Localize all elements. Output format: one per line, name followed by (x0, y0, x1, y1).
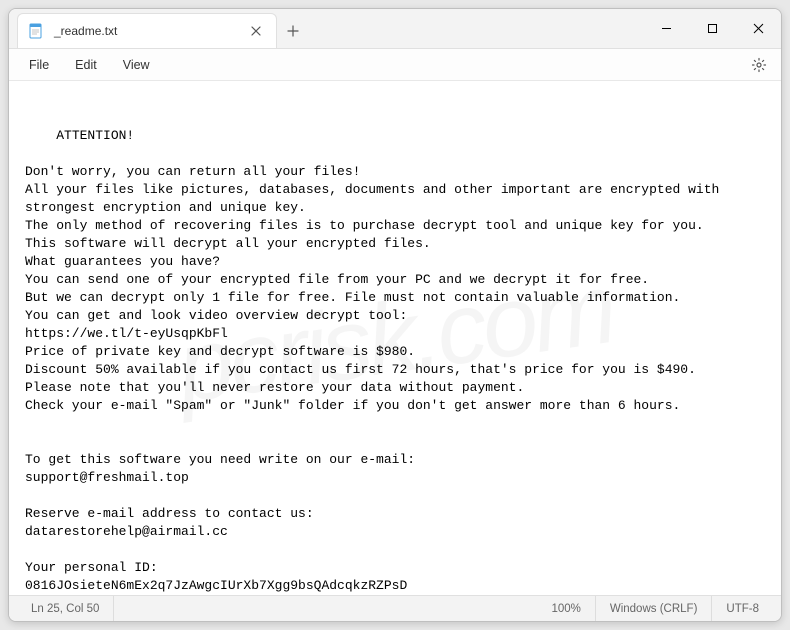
menu-edit[interactable]: Edit (63, 54, 109, 76)
status-line-ending[interactable]: Windows (CRLF) (596, 596, 713, 621)
settings-button[interactable] (745, 51, 773, 79)
close-window-button[interactable] (735, 9, 781, 48)
menu-file[interactable]: File (17, 54, 61, 76)
minimize-button[interactable] (643, 9, 689, 48)
tab-active[interactable]: _readme.txt (17, 13, 277, 48)
status-encoding[interactable]: UTF-8 (712, 596, 773, 621)
titlebar-drag-area[interactable] (309, 9, 643, 48)
tab-close-button[interactable] (246, 21, 266, 41)
notepad-window: _readme.txt File Edit View (8, 8, 782, 622)
document-text: ATTENTION! Don't worry, you can return a… (25, 128, 727, 593)
menubar: File Edit View (9, 49, 781, 81)
status-cursor: Ln 25, Col 50 (17, 596, 114, 621)
notepad-icon (28, 23, 44, 39)
new-tab-button[interactable] (277, 13, 309, 48)
titlebar: _readme.txt (9, 9, 781, 49)
status-zoom[interactable]: 100% (537, 596, 595, 621)
tab-title: _readme.txt (54, 24, 236, 38)
window-controls (643, 9, 781, 48)
menu-view[interactable]: View (111, 54, 162, 76)
text-editor-area[interactable]: pcrisk.com ATTENTION! Don't worry, you c… (9, 81, 781, 595)
statusbar: Ln 25, Col 50 100% Windows (CRLF) UTF-8 (9, 595, 781, 621)
maximize-button[interactable] (689, 9, 735, 48)
gear-icon (751, 57, 767, 73)
